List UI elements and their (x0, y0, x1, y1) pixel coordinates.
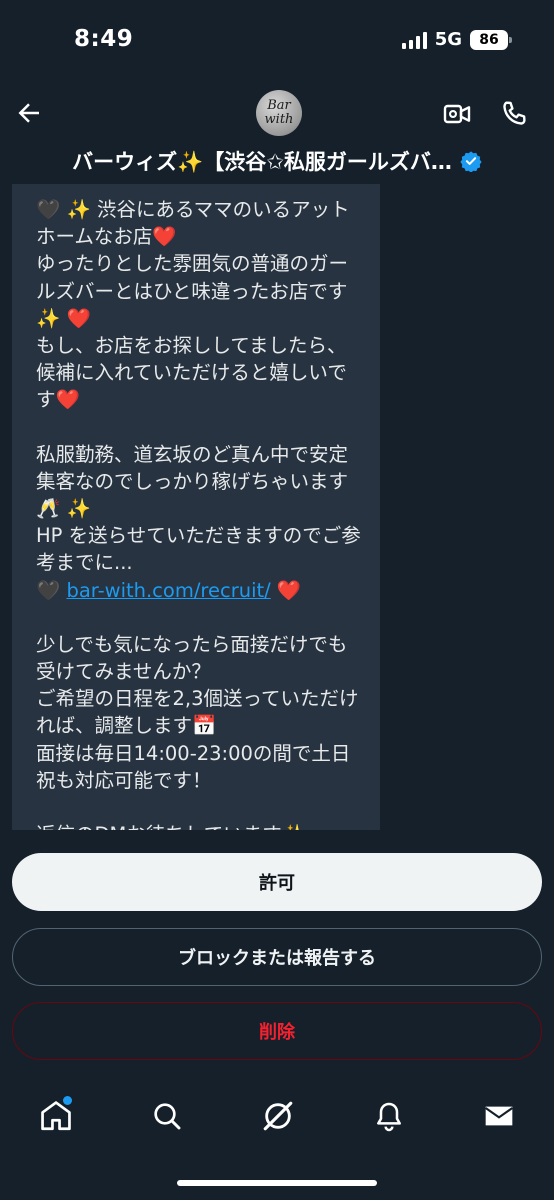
status-time: 8:49 (74, 26, 134, 52)
chat-title: バーウィズ✨【渋谷✩私服ガールズバ… (72, 150, 452, 174)
nav-home[interactable] (26, 1086, 86, 1146)
video-call-icon[interactable] (441, 98, 473, 130)
back-arrow-icon[interactable] (14, 98, 44, 128)
link-line: 🖤 bar-with.com/recruit/ ❤️ (36, 577, 362, 604)
message-paragraph-2: 私服勤務、道玄坂のど真ん中で安定集客なのでしっかり稼げちゃいます🥂 ✨ HP を… (36, 442, 361, 575)
message-paragraph-1: 🖤 ✨ 渋谷にあるママのいるアットホームなお店❤️ ゆったりとした雰囲気の普通の… (36, 198, 350, 412)
network-label: 5G (434, 29, 462, 50)
link-suffix: ❤️ (270, 578, 302, 602)
delete-button[interactable]: 削除 (12, 1002, 542, 1060)
nav-search[interactable] (137, 1086, 197, 1146)
message-bubble: 🖤 ✨ 渋谷にあるママのいるアットホームなお店❤️ ゆったりとした雰囲気の普通の… (12, 184, 380, 830)
home-notification-dot (63, 1096, 72, 1105)
chat-title-row[interactable]: バーウィズ✨【渋谷✩私服ガールズバ… (0, 146, 554, 176)
screen: 8:49 5G 86 Bar with バーウィズ✨【渋谷✩私服ガールズバ… 🖤… (0, 0, 554, 1200)
nav-grok[interactable] (248, 1086, 308, 1146)
verified-badge-icon (460, 151, 482, 172)
status-bar: 8:49 5G 86 (0, 0, 554, 84)
battery-icon: 86 (470, 29, 512, 50)
recruit-link[interactable]: bar-with.com/recruit/ (66, 579, 270, 602)
chat-header: Bar with バーウィズ✨【渋谷✩私服ガールズバ… (0, 84, 554, 184)
phone-call-icon[interactable] (498, 98, 530, 130)
nav-messages[interactable] (469, 1086, 529, 1146)
message-paragraph-4: 返信のDMお待ちしています✨ (36, 821, 362, 830)
nav-notifications[interactable] (359, 1086, 419, 1146)
link-prefix: 🖤 (36, 578, 67, 602)
avatar[interactable]: Bar with (256, 90, 302, 136)
avatar-text-line2: with (264, 112, 294, 127)
notifications-icon (377, 1102, 401, 1132)
search-icon (154, 1103, 181, 1130)
messages-icon (485, 1106, 513, 1126)
bottom-nav (0, 1086, 554, 1150)
status-indicators: 5G 86 (401, 29, 512, 50)
signal-icon (401, 31, 427, 49)
home-indicator[interactable] (177, 1180, 377, 1186)
message-paragraph-3: 少しでも気になったら面接だけでも受けてみませんか？ ご希望の日程を2,3個送って… (36, 632, 359, 792)
avatar-text-line1: Bar (267, 98, 291, 113)
battery-level: 86 (479, 31, 499, 48)
allow-button[interactable]: 許可 (12, 853, 542, 911)
grok-icon (263, 1101, 293, 1131)
block-report-button[interactable]: ブロックまたは報告する (12, 928, 542, 986)
